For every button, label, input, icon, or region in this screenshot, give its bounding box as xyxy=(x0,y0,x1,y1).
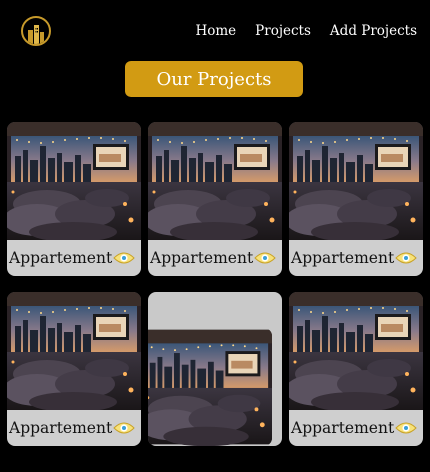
project-caption: Appartement xyxy=(7,410,141,446)
project-card-hovered[interactable] xyxy=(148,292,282,446)
nav-home-link[interactable]: Home xyxy=(195,22,236,40)
project-card[interactable]: Appartement xyxy=(7,292,141,446)
project-caption: Appartement xyxy=(148,240,282,276)
project-image xyxy=(289,122,423,240)
project-card[interactable]: Appartement xyxy=(289,122,423,276)
eye-icon[interactable] xyxy=(113,417,135,439)
nav-projects-link[interactable]: Projects xyxy=(255,22,311,40)
project-caption: Appartement xyxy=(289,240,423,276)
project-image xyxy=(289,292,423,410)
main-nav: Home Projects Add Projects xyxy=(195,22,417,40)
eye-icon[interactable] xyxy=(395,247,417,269)
project-name: Appartement xyxy=(9,249,113,267)
logo[interactable] xyxy=(21,16,51,46)
eye-icon[interactable] xyxy=(113,247,135,269)
project-name: Appartement xyxy=(291,249,395,267)
project-name: Appartement xyxy=(150,249,254,267)
project-image xyxy=(7,292,141,410)
project-card[interactable]: Appartement xyxy=(7,122,141,276)
page-title: Our Projects xyxy=(125,61,303,97)
project-card[interactable]: Appartement xyxy=(289,292,423,446)
project-name: Appartement xyxy=(9,419,113,437)
project-image xyxy=(148,122,282,240)
nav-add-projects-link[interactable]: Add Projects xyxy=(330,22,417,40)
eye-icon[interactable] xyxy=(254,247,276,269)
project-image xyxy=(148,328,272,446)
building-logo-icon xyxy=(28,25,44,44)
project-image xyxy=(7,122,141,240)
project-name: Appartement xyxy=(291,419,395,437)
project-caption: Appartement xyxy=(289,410,423,446)
project-card[interactable]: Appartement xyxy=(148,122,282,276)
project-caption: Appartement xyxy=(7,240,141,276)
eye-icon[interactable] xyxy=(395,417,417,439)
